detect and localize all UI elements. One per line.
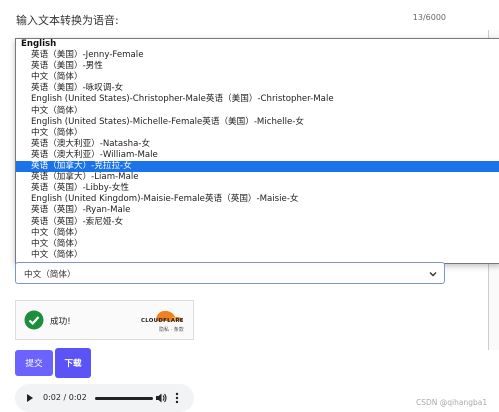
- cloudflare-brand: CLOUDFLARE: [141, 318, 184, 324]
- chevron-down-icon: [429, 272, 437, 277]
- watermark: CSDN @qihangba1: [416, 398, 488, 407]
- voice-option[interactable]: 英语（加拿大）-克拉拉-女: [16, 161, 499, 173]
- voice-option[interactable]: 中文（简体）: [16, 72, 499, 83]
- download-button[interactable]: 下载: [55, 348, 91, 378]
- audio-player[interactable]: 0:02 / 0:02: [15, 384, 194, 412]
- voice-option[interactable]: 英语（英国）-索尼娅-女: [16, 217, 499, 228]
- voice-option[interactable]: 中文（简体）: [16, 250, 499, 261]
- turnstile-widget[interactable]: 成功! CLOUDFLARE 隐私 · 条款: [15, 300, 194, 340]
- voice-option[interactable]: 英语（加拿大）-Liam-Male: [16, 172, 499, 183]
- voice-option[interactable]: 英语（英国）-Libby-女性: [16, 183, 499, 194]
- success-check-icon: [24, 310, 44, 330]
- voice-option[interactable]: English (United States)-Michelle-Female英…: [16, 117, 499, 128]
- voice-option[interactable]: 英语（澳大利亚）-Natasha-女: [16, 139, 499, 150]
- cloudflare-links[interactable]: 隐私 · 条款: [159, 326, 184, 333]
- audio-time: 0:02 / 0:02: [43, 393, 87, 402]
- audio-progress-bar[interactable]: [95, 397, 153, 400]
- voice-select-value: 中文（简体）: [24, 270, 76, 280]
- voice-option[interactable]: 英语（英国）-Ryan-Male: [16, 205, 499, 216]
- voice-option[interactable]: English (United States)-Christopher-Male…: [16, 94, 499, 105]
- voice-option[interactable]: 英语（美国）-Jenny-Female: [16, 50, 499, 61]
- voice-select[interactable]: 中文（简体）: [15, 262, 445, 284]
- text-input-label: 输入文本转换为语音:: [16, 14, 119, 27]
- char-counter: 13/6000: [412, 13, 446, 22]
- more-options-icon[interactable]: [175, 392, 179, 404]
- voice-option[interactable]: 英语（美国）-咏叹调-女: [16, 83, 499, 94]
- voice-dropdown-list[interactable]: English 英语（美国）-Jenny-Female 英语（美国）-男性 中文（简…: [15, 38, 499, 264]
- voice-option[interactable]: 中文（简体）: [16, 106, 499, 117]
- voice-option[interactable]: 英语（澳大利亚）-William-Male: [16, 150, 499, 161]
- volume-icon[interactable]: [155, 392, 167, 404]
- voice-option[interactable]: 中文（简体）: [16, 128, 499, 139]
- play-icon[interactable]: [27, 394, 33, 402]
- voice-option[interactable]: 中文（简体）: [16, 239, 499, 250]
- voice-option[interactable]: 中文（简体）: [16, 228, 499, 239]
- option-group-english: English: [21, 39, 57, 49]
- submit-button[interactable]: 提交: [15, 350, 53, 376]
- voice-option[interactable]: 英语（美国）-男性: [16, 61, 499, 72]
- captcha-status: 成功!: [50, 317, 71, 327]
- voice-option[interactable]: English (United Kingdom)-Maisie-Female英语…: [16, 194, 499, 205]
